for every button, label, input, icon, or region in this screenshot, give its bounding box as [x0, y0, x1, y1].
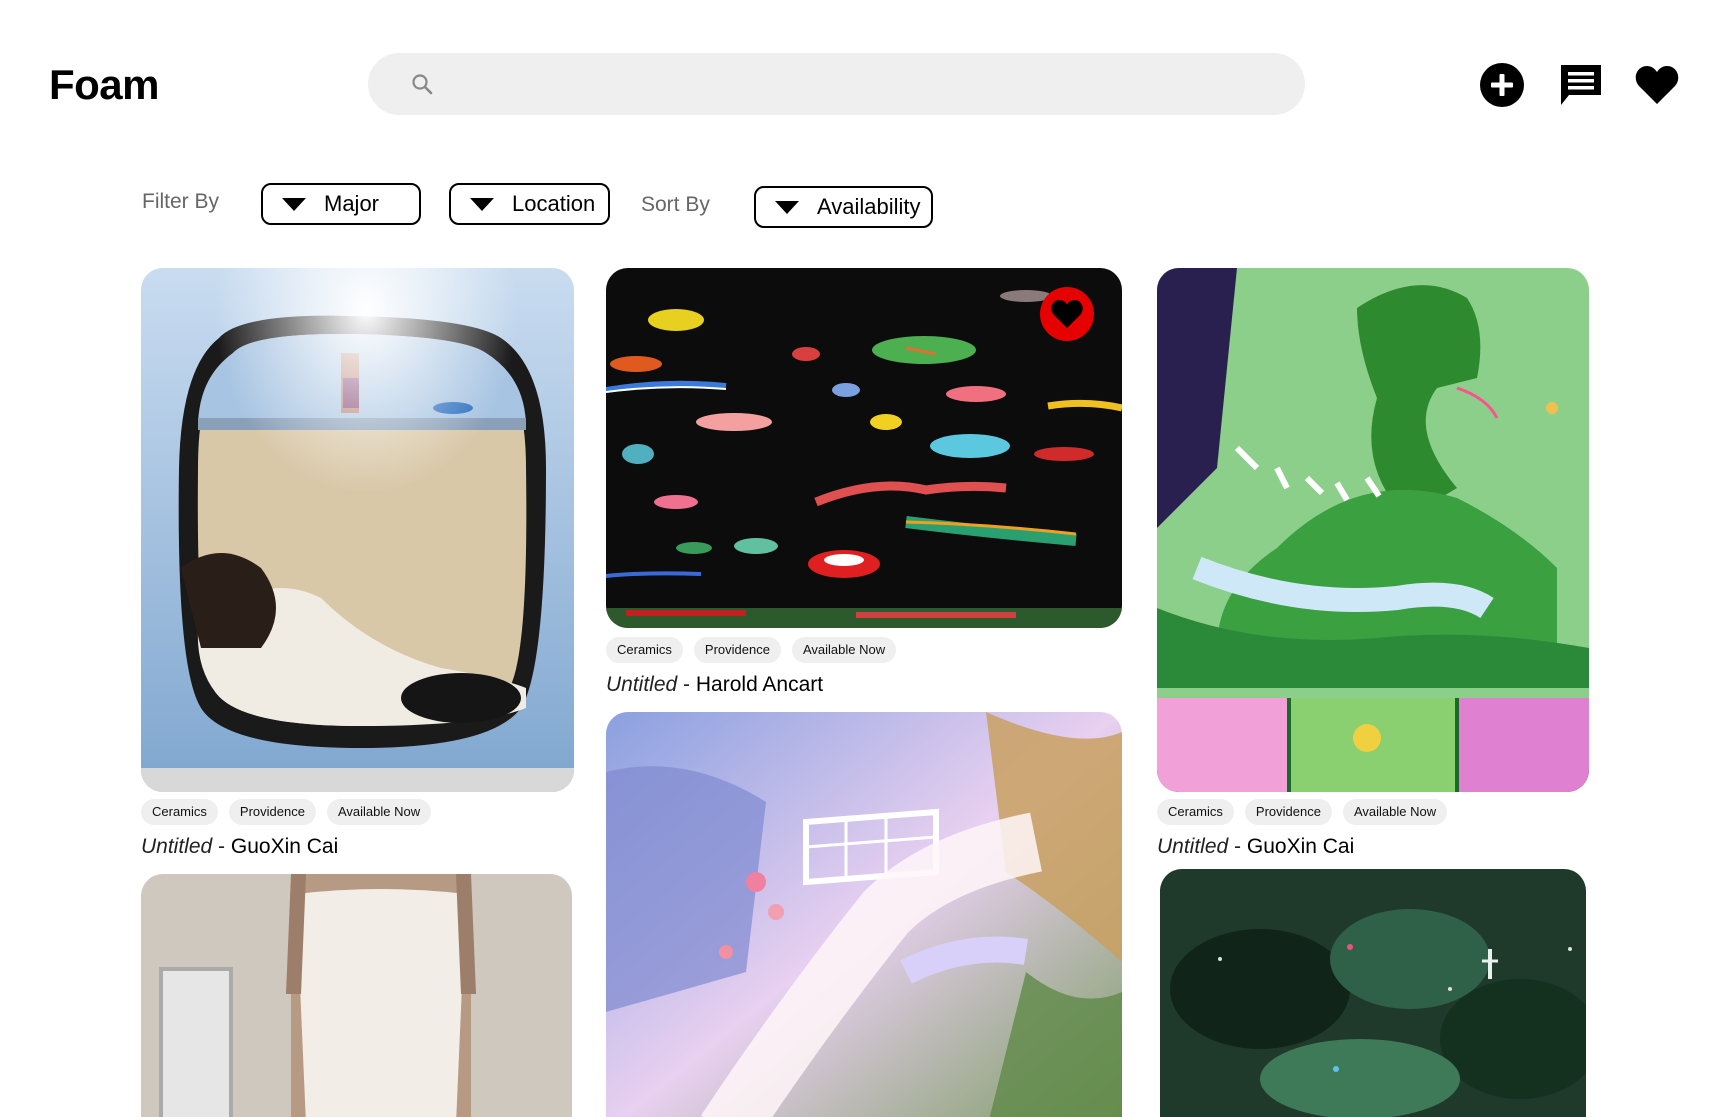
search-bar[interactable] — [368, 53, 1305, 115]
caret-down-icon — [775, 200, 799, 214]
tag-availability[interactable]: Available Now — [326, 799, 432, 825]
tag-major[interactable]: Ceramics — [606, 637, 683, 663]
tag-list: Ceramics Providence Available Now — [606, 637, 897, 663]
artist-name: GuoXin Cai — [230, 835, 339, 858]
artwork-image[interactable] — [1157, 268, 1589, 792]
tag-major[interactable]: Ceramics — [141, 799, 218, 825]
work-title: Untitled — [1157, 835, 1229, 858]
artist-name: GuoXin Cai — [1246, 835, 1355, 858]
heart-icon[interactable] — [1634, 62, 1680, 108]
message-icon[interactable] — [1558, 62, 1604, 108]
tag-major[interactable]: Ceramics — [1157, 799, 1234, 825]
artwork-image[interactable] — [141, 874, 572, 1117]
artwork-title[interactable]: Untitled - GuoXin Cai — [141, 835, 338, 859]
artist-name: Harold Ancart — [695, 673, 824, 696]
favorite-button[interactable] — [1040, 287, 1094, 341]
artwork-title[interactable]: Untitled - Harold Ancart — [606, 673, 823, 697]
work-title: Untitled — [606, 673, 678, 696]
major-dropdown[interactable]: Major — [261, 183, 421, 225]
work-title: Untitled — [141, 835, 213, 858]
caret-down-icon — [282, 197, 306, 211]
search-icon — [412, 74, 433, 95]
artwork-title[interactable]: Untitled - GuoXin Cai — [1157, 835, 1354, 859]
artwork-image[interactable] — [606, 712, 1122, 1117]
sort-by-label: Sort By — [641, 193, 710, 216]
filter-by-label: Filter By — [142, 190, 220, 213]
title-separator: - — [1234, 835, 1242, 858]
tag-list: Ceramics Providence Available Now — [1157, 799, 1448, 825]
search-input[interactable] — [448, 53, 1288, 115]
tag-list: Ceramics Providence Available Now — [141, 799, 432, 825]
major-dropdown-label: Major — [324, 191, 380, 216]
tag-location[interactable]: Providence — [693, 637, 781, 663]
title-separator: - — [218, 835, 226, 858]
app-logo[interactable]: Foam — [49, 61, 160, 109]
heart-icon — [1051, 299, 1083, 329]
title-separator: - — [683, 673, 691, 696]
artwork-image[interactable] — [141, 268, 574, 792]
artwork-image[interactable] — [1160, 869, 1586, 1117]
tag-location[interactable]: Providence — [228, 799, 316, 825]
add-icon[interactable] — [1479, 62, 1525, 108]
tag-availability[interactable]: Available Now — [1342, 799, 1448, 825]
caret-down-icon — [470, 197, 494, 211]
tag-location[interactable]: Providence — [1244, 799, 1332, 825]
availability-dropdown[interactable]: Availability — [754, 186, 933, 228]
location-dropdown[interactable]: Location — [449, 183, 610, 225]
location-dropdown-label: Location — [512, 191, 596, 216]
tag-availability[interactable]: Available Now — [791, 637, 897, 663]
availability-dropdown-label: Availability — [817, 194, 921, 219]
